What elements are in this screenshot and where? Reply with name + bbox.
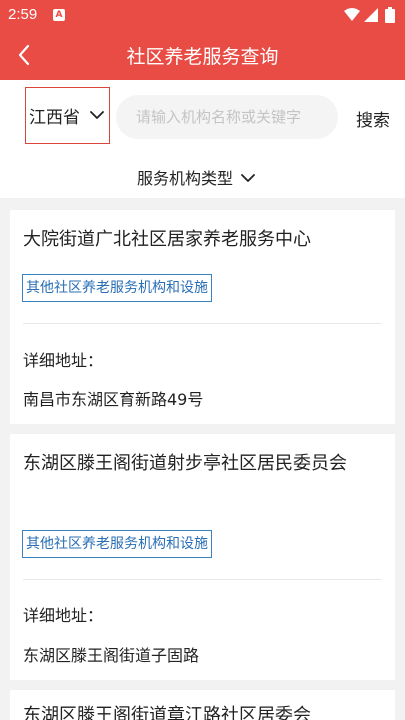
address-label: 详细地址： (23, 606, 104, 625)
page-title: 社区养老服务查询 (126, 46, 279, 68)
chevron-down-icon (241, 174, 255, 182)
wifi-icon (344, 8, 360, 21)
service-type-filter[interactable]: 服务机构类型 (137, 165, 255, 189)
status-bar: 2:59 A (0, 0, 405, 30)
result-card[interactable]: 大院街道广北社区居家养老服务中心 其他社区养老服务机构和设施 详细地址： 南昌市… (10, 210, 395, 424)
facility-type-tag: 其他社区养老服务机构和设施 (22, 274, 212, 302)
filter-bar: 服务机构类型 (0, 155, 405, 198)
service-type-label: 服务机构类型 (137, 169, 234, 188)
facility-name: 大院街道广北社区居家养老服务中心 (23, 229, 311, 250)
facility-type-tag: 其他社区养老服务机构和设施 (22, 530, 212, 558)
chevron-down-icon (90, 111, 104, 119)
province-label: 江西省 (29, 108, 80, 128)
signal-icon (364, 8, 378, 22)
facility-address: 南昌市东湖区育新路49号 (23, 390, 204, 409)
facility-name: 东湖区滕王阁街道章江路社区居委会 (23, 705, 311, 720)
result-card[interactable]: 东湖区滕王阁街道射步亭社区居民委员会 其他社区养老服务机构和设施 详细地址： 东… (10, 434, 395, 680)
search-button[interactable]: 搜索 (356, 106, 390, 131)
province-selector[interactable]: 江西省 (25, 87, 110, 144)
result-card[interactable]: 东湖区滕王阁街道章江路社区居委会 (10, 690, 395, 720)
battery-icon (385, 7, 395, 23)
facility-name: 东湖区滕王阁街道射步亭社区居民委员会 (23, 453, 347, 474)
address-label: 详细地址： (23, 351, 104, 370)
divider (23, 323, 382, 324)
app-header: 社区养老服务查询 (0, 30, 405, 80)
divider (23, 579, 382, 580)
facility-address: 东湖区滕王阁街道子固路 (23, 646, 200, 665)
search-input[interactable] (116, 95, 338, 139)
notification-icon: A (53, 9, 65, 21)
status-time: 2:59 (8, 6, 38, 23)
search-bar: 江西省 搜索 (0, 80, 405, 155)
